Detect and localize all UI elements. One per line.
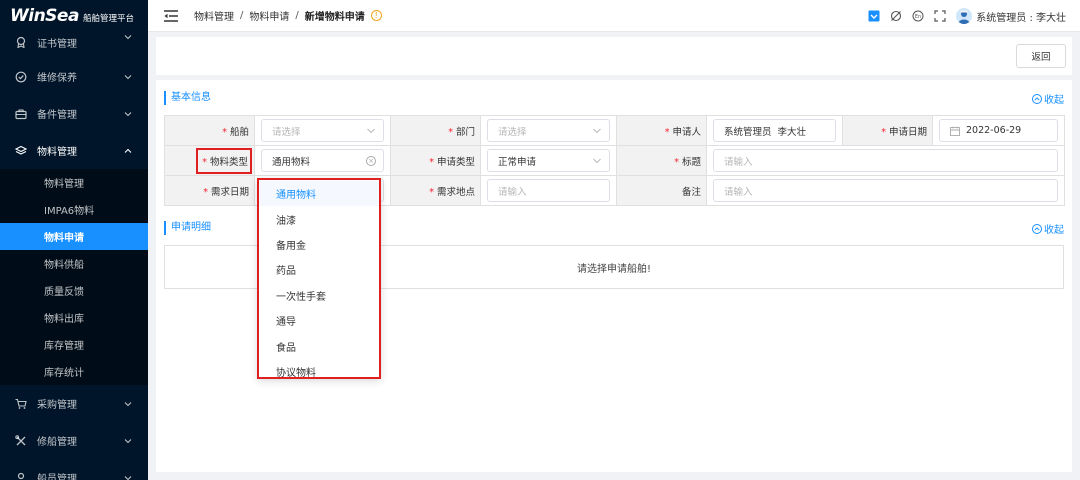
remark-input[interactable]: 请输入 (713, 179, 1058, 202)
collapse-label: 收起 (1044, 225, 1064, 236)
sidebar: WinSea 船舶管理平台 证书管理 维修保养 备件管理 物料管理 物料管理 I… (0, 0, 148, 480)
chevron-up-icon (124, 147, 132, 155)
avatar[interactable] (956, 8, 973, 24)
apply-type-select[interactable]: 正常申请 (487, 149, 610, 172)
submenu-item-supply[interactable]: 物料供船 (0, 250, 148, 277)
app-logo: WinSea 船舶管理平台 (0, 0, 148, 32)
brand-name: WinSea (10, 6, 79, 26)
sidebar-item-label: 证书管理 (37, 38, 77, 49)
sidebar-item-label: 采购管理 (37, 400, 77, 411)
label-need-place: * 需求地点 (390, 175, 481, 206)
submenu-item-outbound[interactable]: 物料出库 (0, 304, 148, 331)
collapse-basic-info[interactable]: 收起 (1032, 91, 1064, 106)
label-department: * 部门 (390, 115, 481, 146)
user-icon (15, 472, 27, 480)
sidebar-item-label: 修船管理 (37, 437, 77, 448)
sidebar-item-materials[interactable]: 物料管理 (0, 132, 148, 169)
collapse-detail[interactable]: 收起 (1032, 221, 1064, 236)
briefcase-icon (15, 108, 27, 120)
maintenance-icon (15, 71, 27, 83)
chevron-down-icon (124, 110, 132, 118)
info-icon[interactable]: ! (370, 10, 382, 21)
certificate-icon (15, 36, 27, 48)
label-applicant: * 申请人 (616, 115, 707, 146)
chevron-down-icon (593, 128, 601, 134)
dropdown-option[interactable]: 通用物料 (259, 181, 379, 207)
sidebar-item-spare-parts[interactable]: 备件管理 (0, 95, 148, 132)
breadcrumb: 物料管理 / 物料申请 / 新增物料申请 ! (194, 8, 382, 23)
ship-select[interactable]: 请选择 (261, 119, 384, 142)
fullscreen-icon[interactable] (934, 10, 946, 22)
back-button[interactable]: 返回 (1016, 44, 1066, 68)
apply-date-picker[interactable]: 2022-06-29 (939, 119, 1058, 142)
dropdown-option[interactable]: 通导 (259, 308, 379, 333)
chevron-down-icon (367, 128, 375, 134)
material-type-select[interactable]: 通用物料 × (261, 149, 384, 172)
material-type-dropdown: 通用物料 油漆 备用金 药品 一次性手套 通导 食品 协议物料 (257, 178, 381, 379)
language-icon[interactable]: En (912, 10, 924, 22)
title-input[interactable]: 请输入 (713, 149, 1058, 172)
dropdown-option[interactable]: 油漆 (259, 206, 379, 231)
svg-text:En: En (915, 14, 921, 20)
chevron-down-icon (124, 437, 132, 445)
label-ship: * 船舶 (164, 115, 255, 146)
brand-subtitle: 船舶管理平台 (82, 13, 134, 24)
dropdown-option[interactable]: 备用金 (259, 232, 379, 257)
sidebar-item-label: 维修保养 (37, 73, 77, 84)
collapse-icon (1032, 93, 1042, 104)
label-apply-date: * 申请日期 (842, 115, 933, 146)
dropdown-option[interactable]: 协议物料 (259, 359, 379, 384)
chevron-down-icon (124, 400, 132, 408)
sidebar-item-purchasing[interactable]: 采购管理 (0, 385, 148, 422)
top-header: 物料管理 / 物料申请 / 新增物料申请 ! En 系统管理员 : 李大壮 (148, 0, 1080, 32)
header-actions: En 系统管理员 : 李大壮 (868, 0, 1066, 32)
submenu-item-inventory[interactable]: 库存管理 (0, 331, 148, 358)
download-icon[interactable] (868, 10, 880, 22)
submenu-item-inventory-stats[interactable]: 库存统计 (0, 358, 148, 385)
label-material-type: * 物料类型 (164, 145, 255, 176)
chevron-down-icon (593, 158, 601, 164)
label-remark: 备注 (616, 175, 707, 206)
sidebar-item-label: 物料管理 (37, 147, 77, 158)
sidebar-item-label: 备件管理 (37, 110, 77, 121)
breadcrumb-item[interactable]: 物料管理 (194, 8, 234, 23)
chevron-down-icon (124, 474, 132, 480)
breadcrumb-item[interactable]: 物料申请 (249, 8, 289, 23)
cart-icon (15, 398, 27, 410)
action-bar: 返回 (156, 37, 1072, 75)
submenu-item-material-request[interactable]: 物料申请 (0, 223, 148, 250)
sidebar-item-ship-repair[interactable]: 修船管理 (0, 422, 148, 459)
sidebar-item-label: 船员管理 (37, 474, 77, 480)
chevron-down-icon (124, 33, 132, 41)
tools-icon (15, 434, 27, 447)
applicant-field[interactable]: 系统管理员 李大壮 (713, 119, 836, 142)
calendar-icon (950, 126, 960, 136)
dropdown-option[interactable]: 一次性手套 (259, 283, 379, 308)
menu-fold-icon[interactable] (164, 9, 178, 22)
materials-submenu: 物料管理 IMPA6物料 物料申请 物料供船 质量反馈 物料出库 库存管理 库存… (0, 169, 148, 385)
chevron-down-icon (124, 73, 132, 81)
collapse-icon (1032, 223, 1042, 234)
label-title: * 标题 (616, 145, 707, 176)
user-name[interactable]: 系统管理员 : 李大壮 (976, 9, 1066, 24)
dropdown-option[interactable]: 药品 (259, 257, 379, 282)
submenu-item-materials[interactable]: 物料管理 (0, 169, 148, 196)
sidebar-item-crew[interactable]: 船员管理 (0, 459, 148, 480)
hide-icon[interactable] (890, 10, 902, 22)
sidebar-item-maintenance[interactable]: 维修保养 (0, 58, 148, 95)
section-title-detail: 申请明细 (164, 221, 211, 235)
section-title-basic-info: 基本信息 (164, 91, 211, 105)
collapse-label: 收起 (1044, 95, 1064, 106)
label-apply-type: * 申请类型 (390, 145, 481, 176)
department-select[interactable]: 请选择 (487, 119, 610, 142)
dropdown-option[interactable]: 食品 (259, 333, 379, 358)
clear-icon[interactable]: × (366, 156, 376, 166)
need-place-input[interactable]: 请输入 (487, 179, 610, 202)
breadcrumb-current: 新增物料申请 (304, 12, 365, 23)
submenu-item-quality-feedback[interactable]: 质量反馈 (0, 277, 148, 304)
label-need-date: * 需求日期 (164, 175, 255, 206)
submenu-item-impa6[interactable]: IMPA6物料 (0, 196, 148, 223)
layers-icon (15, 145, 27, 157)
